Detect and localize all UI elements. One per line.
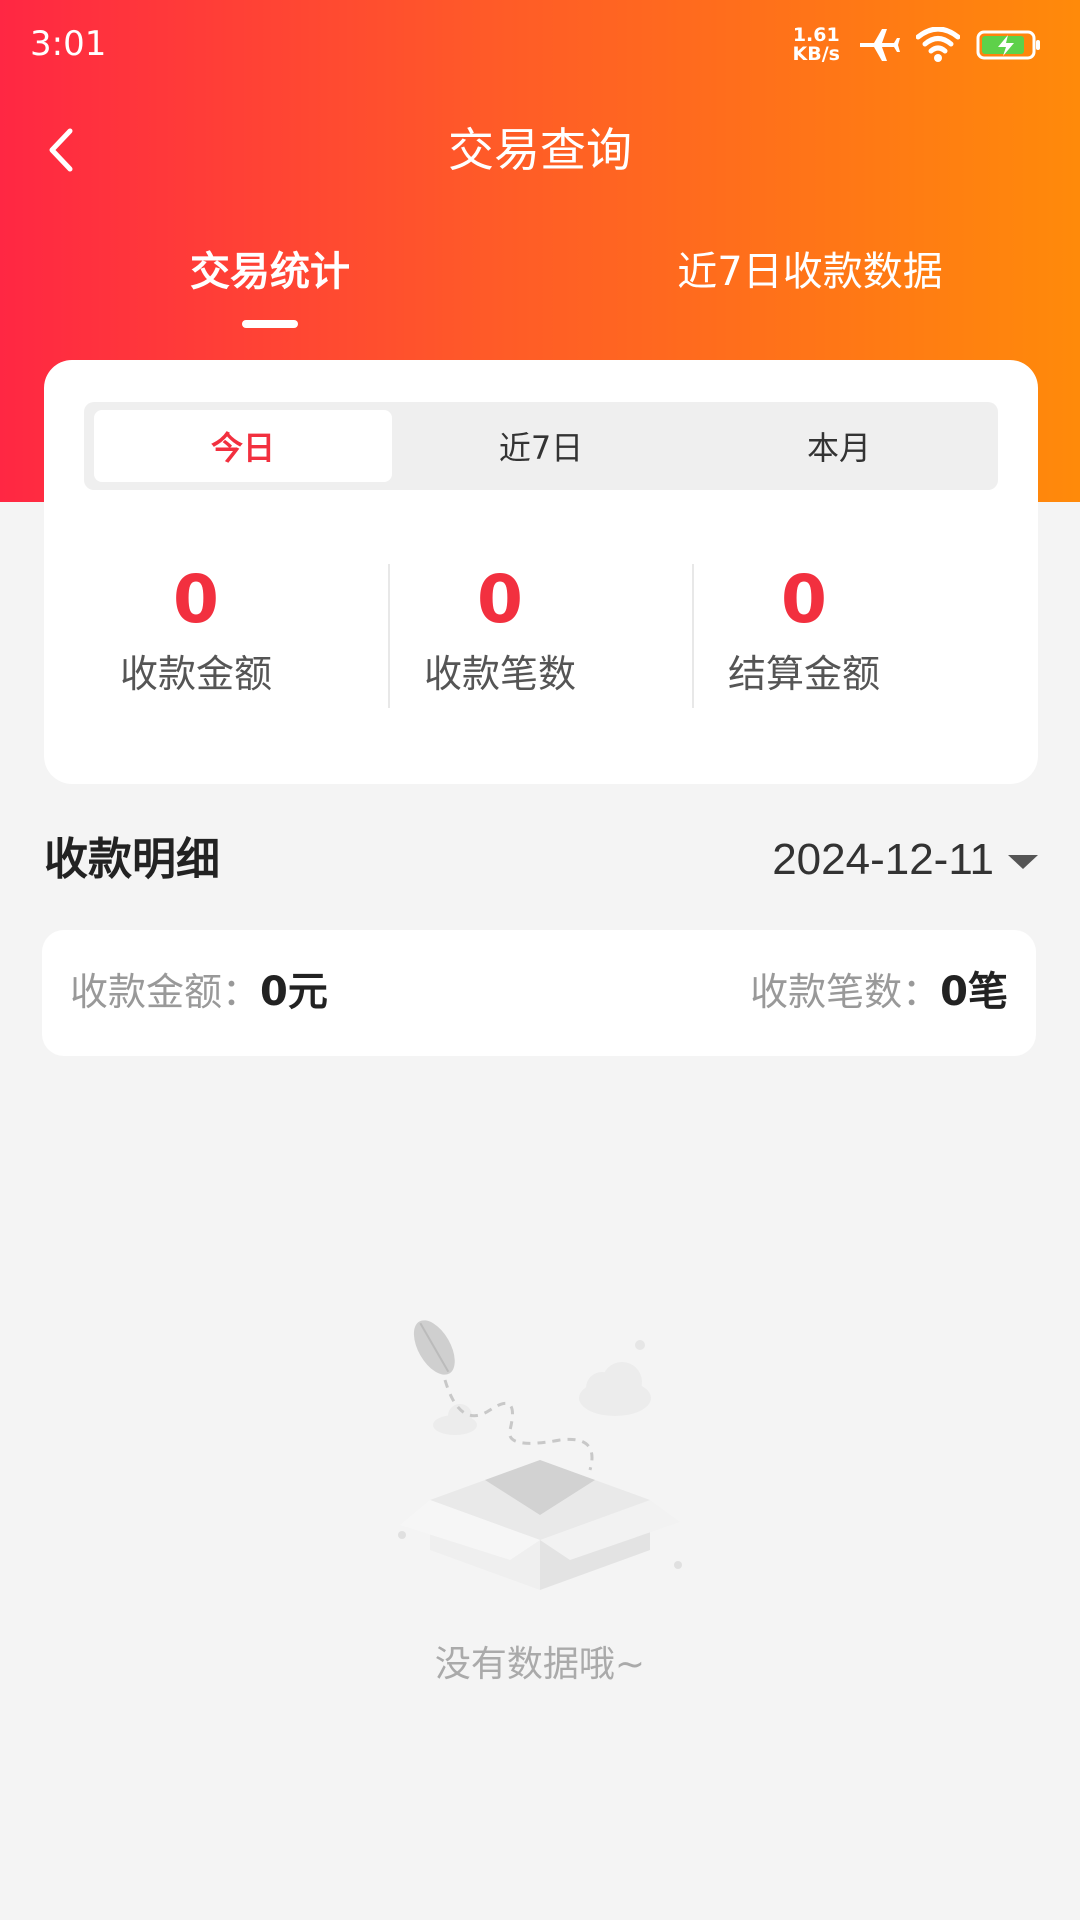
status-bar: 3:01 1.61 KB/s [0, 0, 1080, 90]
empty-box-illustration [398, 1320, 682, 1590]
metric-label: 收款金额 [119, 652, 272, 696]
metrics-row: 0 收款金额 0 收款笔数 0 结算金额 [44, 560, 1038, 720]
status-icons: 1.61 KB/s [793, 22, 1042, 68]
tab-transaction-stats[interactable]: 交易统计 [150, 244, 390, 300]
metric-label: 结算金额 [727, 652, 880, 696]
empty-state: 没有数据哦~ [0, 1300, 1080, 1700]
tab-7day-receipts[interactable]: 近7日收款数据 [640, 244, 980, 300]
metric-received-amount: 0 收款金额 [44, 560, 348, 720]
detail-header: 收款明细 2024-12-11 [44, 820, 1038, 900]
active-tab-indicator [242, 320, 298, 328]
metric-received-count: 0 收款笔数 [348, 560, 652, 720]
date-picker[interactable]: 2024-12-11 [772, 830, 1038, 890]
page-title: 交易查询 [448, 123, 632, 177]
battery-charging-icon [976, 30, 1040, 60]
summary-count-value: 0笔 [940, 969, 1008, 1015]
metric-value: 0 [173, 561, 219, 638]
stats-card: 今日 近7日 本月 0 收款金额 0 收款笔数 0 结算金额 [44, 360, 1038, 784]
metric-settlement-amount: 0 结算金额 [652, 560, 956, 720]
summary-amount: 收款金额：0元 [70, 962, 328, 1030]
period-today[interactable]: 今日 [94, 410, 392, 482]
detail-title: 收款明细 [44, 834, 220, 885]
empty-message: 没有数据哦~ [434, 1644, 646, 1685]
metric-label: 收款笔数 [423, 652, 576, 696]
selected-date: 2024-12-11 [772, 835, 994, 884]
metric-value: 0 [781, 561, 827, 638]
summary-amount-label: 收款金额： [70, 970, 261, 1014]
summary-amount-value: 0元 [260, 969, 328, 1015]
network-speed: 1.61 KB/s [793, 26, 840, 64]
caret-down-icon [1008, 855, 1038, 869]
airplane-icon [860, 29, 900, 61]
period-7days[interactable]: 近7日 [392, 410, 690, 482]
period-selector: 今日 近7日 本月 [84, 402, 998, 490]
wifi-icon [916, 27, 960, 62]
summary-count: 收款笔数：0笔 [750, 962, 1008, 1030]
summary-card: 收款金额：0元 收款笔数：0笔 [42, 930, 1036, 1056]
summary-count-label: 收款笔数： [750, 970, 941, 1014]
status-time: 3:01 [30, 24, 107, 64]
network-speed-unit: KB/s [792, 43, 840, 65]
period-month[interactable]: 本月 [690, 410, 988, 482]
metric-value: 0 [477, 561, 523, 638]
navigation-bar: 交易查询 [0, 100, 1080, 200]
tab-bar: 交易统计 近7日收款数据 [0, 230, 1080, 330]
